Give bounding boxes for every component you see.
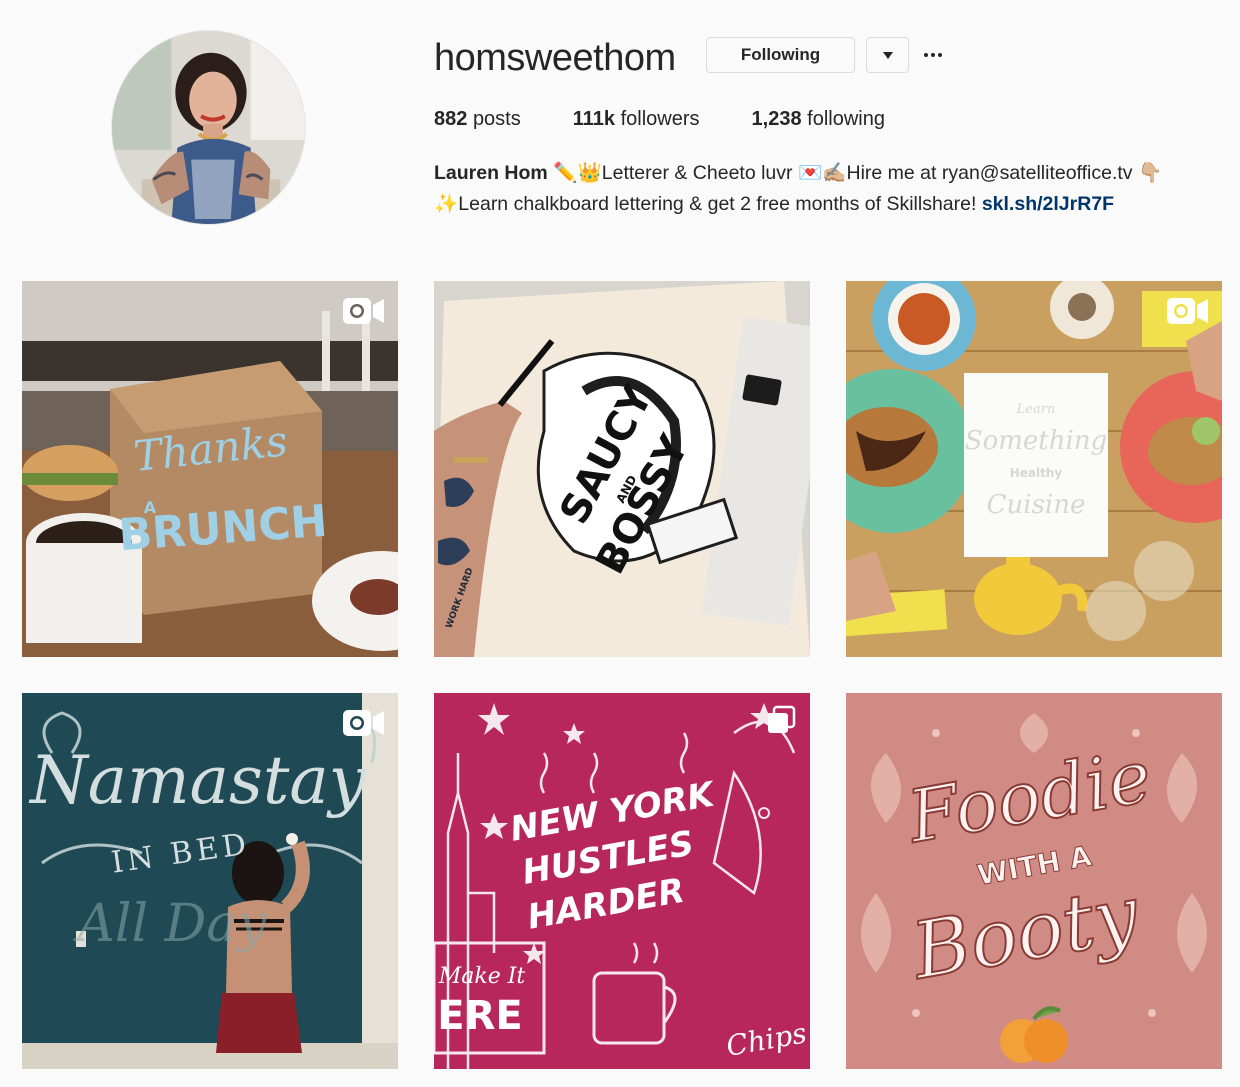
post-thumbnail[interactable]: Namastay IN BED All Day bbox=[22, 693, 398, 1069]
bio-line-2: ✨Learn chalkboard lettering & get 2 free… bbox=[434, 189, 1224, 220]
post-thumbnail[interactable]: Learn Something Healthy Cuisine bbox=[846, 281, 1222, 657]
post-image-new-york-hustles-harder: NEW YORK HUSTLES HARDER Make It ERE Chip… bbox=[434, 693, 810, 1069]
posts-count: 882 bbox=[434, 108, 468, 130]
video-icon bbox=[343, 710, 384, 736]
more-horizontal-icon bbox=[924, 53, 942, 57]
art-text-3: All Day bbox=[73, 894, 267, 954]
profile-stats: 882 posts 111k followers 1,238 following bbox=[434, 107, 937, 131]
post-thumbnail[interactable]: Foodie WITH A Booty bbox=[846, 693, 1222, 1069]
posts-label: posts bbox=[472, 108, 521, 130]
pencil-crown-emoji: ✏️👑 bbox=[553, 162, 602, 184]
suggested-accounts-dropdown-button[interactable] bbox=[866, 37, 909, 73]
pointing-down-emoji: 👇🏼 bbox=[1137, 162, 1163, 184]
following-stat[interactable]: 1,238 following bbox=[752, 107, 885, 131]
letter-writing-emoji: 💌✍🏼 bbox=[797, 162, 847, 184]
bio-full-name: Lauren Hom bbox=[434, 162, 548, 184]
post-image-thanks-a-brunch: Thanks A BRUNCH bbox=[22, 281, 398, 657]
followers-count: 111k bbox=[572, 108, 616, 130]
profile-username: homsweethom bbox=[434, 37, 676, 79]
options-more-button[interactable] bbox=[920, 43, 946, 67]
following-count: 1,238 bbox=[751, 108, 802, 130]
post-image-saucy-and-bossy: SAUCY AND BOSSY WORK HARD bbox=[434, 281, 810, 657]
post-image-foodie-with-a-booty: Foodie WITH A Booty bbox=[846, 693, 1222, 1069]
followers-label: followers bbox=[620, 108, 700, 130]
bio-text-1: Letterer & Cheeto luvr bbox=[601, 162, 798, 184]
art-text-1: Learn bbox=[1016, 402, 1056, 417]
post-thumbnail[interactable]: SAUCY AND BOSSY WORK HARD bbox=[434, 281, 810, 657]
posts-stat: 882 posts bbox=[434, 107, 521, 131]
sparkles-emoji: ✨ bbox=[434, 193, 459, 215]
art-text-4: Cuisine bbox=[987, 490, 1086, 520]
carousel-icon bbox=[768, 705, 796, 733]
art-text-4: Make It bbox=[438, 964, 526, 989]
art-text-2: Something bbox=[965, 426, 1107, 456]
followers-stat[interactable]: 111k followers bbox=[573, 107, 700, 131]
video-icon bbox=[343, 298, 384, 324]
bio-link[interactable]: skl.sh/2lJrR7F bbox=[982, 193, 1114, 215]
bio-line-1: Lauren Hom ✏️👑Letterer & Cheeto luvr 💌✍🏼… bbox=[434, 158, 1224, 189]
profile-avatar[interactable] bbox=[111, 30, 306, 225]
following-button[interactable]: Following bbox=[706, 37, 855, 73]
art-text-1: Namastay bbox=[28, 742, 367, 819]
following-label: following bbox=[807, 108, 885, 130]
art-text-5: ERE bbox=[437, 993, 522, 1039]
avatar-photo bbox=[112, 31, 305, 224]
video-icon bbox=[1167, 298, 1208, 324]
post-image-namastay-in-bed: Namastay IN BED All Day bbox=[22, 693, 398, 1069]
bio-text-3: Learn chalkboard lettering & get 2 free … bbox=[458, 193, 982, 215]
profile-bio: Lauren Hom ✏️👑Letterer & Cheeto luvr 💌✍🏼… bbox=[434, 158, 1224, 220]
caret-down-icon bbox=[882, 51, 893, 59]
post-image-table-spread: Learn Something Healthy Cuisine bbox=[846, 281, 1222, 657]
bio-text-2: Hire me at ryan@satelliteoffice.tv bbox=[846, 162, 1138, 184]
post-thumbnail[interactable]: Thanks A BRUNCH bbox=[22, 281, 398, 657]
post-thumbnail[interactable]: NEW YORK HUSTLES HARDER Make It ERE Chip… bbox=[434, 693, 810, 1069]
art-text-3: Healthy bbox=[1010, 466, 1063, 480]
